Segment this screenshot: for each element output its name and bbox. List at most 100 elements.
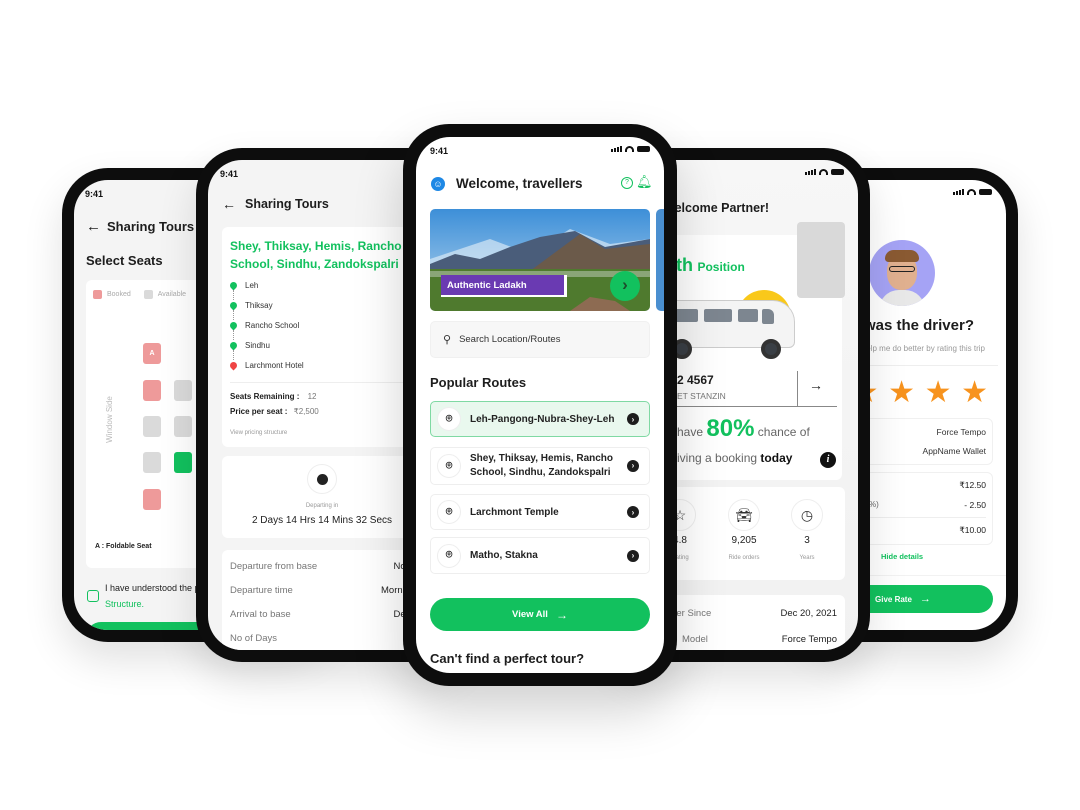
detail-label: No of Days [230, 633, 277, 644]
legend-available-swatch [143, 290, 153, 299]
route-item[interactable]: ⌾ Larchmont Temple › [430, 494, 650, 530]
map-pin-icon [228, 340, 239, 351]
seats-remaining-label: Seats Remaining : [230, 392, 300, 401]
map-pin-icon [228, 320, 239, 331]
banner-carousel[interactable]: Authentic Ladakh › [430, 209, 650, 311]
route-item[interactable]: ⌾ Matho, Stakna › [430, 537, 650, 574]
arrow-right-icon: → [555, 607, 568, 622]
seat-selected[interactable] [174, 452, 192, 473]
back-arrow-icon[interactable]: ← [86, 218, 101, 235]
seat-available[interactable] [174, 380, 192, 401]
route-item[interactable]: ⌾ Shey, Thiksay, Hemis, Rancho School, Si… [430, 447, 650, 485]
route-stop: Thiksay [228, 300, 273, 311]
location-pin-icon: ⌾ [437, 454, 461, 478]
driver-avatar [869, 240, 935, 306]
detail-label: Arrival to base [230, 609, 291, 620]
status-time: 9:41 [85, 189, 104, 199]
stat-years-value: 3 [804, 535, 810, 546]
seat-available[interactable] [174, 416, 192, 437]
position-label: Position [697, 260, 745, 274]
rating-subtitle: Help me do better by rating this trip [860, 344, 985, 353]
route-title: Shey, Thiksay, Hemis, Rancho School, Sin… [230, 239, 402, 271]
stop-name: Leh [245, 281, 259, 290]
detail-label: Departure from base [230, 561, 318, 572]
route-stop: Leh [228, 280, 259, 291]
status-icons [953, 189, 992, 195]
pricing-structure-link[interactable]: Structure. [105, 599, 144, 609]
route-name: Matho, Stakna [470, 550, 538, 561]
route-name: Leh-Pangong-Nubra-Shey-Leh [470, 413, 615, 425]
chance-emphasis: today [760, 451, 793, 465]
clock-icon [307, 464, 337, 494]
map-pin-icon [228, 360, 239, 371]
payment-value: AppName Wallet [922, 446, 986, 456]
star-icon[interactable]: ★ [888, 378, 915, 408]
route-item[interactable]: ⌾ Leh-Pangong-Nubra-Shey-Leh › [430, 401, 650, 437]
next-banner-peek [656, 209, 664, 311]
phone-home: 9:41 ☺ Welcome, travellers ? 🔔︎ Authenti… [403, 124, 677, 686]
seat-available[interactable] [143, 416, 161, 437]
section-title: Select Seats [86, 253, 163, 268]
map-pin-icon [228, 280, 239, 291]
view-all-button[interactable]: View All → [430, 598, 650, 631]
window-side-label: Window Side [104, 396, 114, 443]
map-pin-icon [228, 300, 239, 311]
chance-prefix: have [677, 425, 704, 439]
status-time: 9:41 [220, 169, 239, 179]
info-icon[interactable]: i [820, 452, 836, 468]
chance-line2: iving a booking [677, 451, 758, 465]
vehicle-number: 2 4567 [677, 373, 714, 387]
foldable-seat-note: A : Foldable Seat [95, 543, 152, 550]
model-label: Model [682, 634, 708, 645]
seat-booked[interactable] [143, 380, 161, 401]
member-since-value: Dec 20, 2021 [780, 608, 837, 619]
chevron-right-icon: › [627, 413, 639, 425]
chevron-right-icon: › [627, 460, 639, 472]
smiley-icon: ☺ [431, 177, 445, 191]
stop-name: Rancho School [245, 321, 300, 330]
price-value: ₹2,500 [293, 407, 319, 416]
view-pricing-link[interactable]: View pricing structure [230, 430, 287, 436]
stop-name: Larchmont Hotel [245, 361, 304, 370]
banner-next-button[interactable]: › [610, 271, 640, 301]
chance-value: 80% [706, 415, 755, 442]
status-icons [611, 146, 650, 152]
route-name: Shey, Thiksay, Hemis, Rancho School, Sin… [470, 453, 614, 478]
back-arrow-icon[interactable]: ← [222, 196, 236, 212]
route-stop: Larchmont Hotel [228, 360, 304, 371]
hide-details-link[interactable]: Hide details [881, 552, 923, 561]
seat-foldable[interactable]: A [143, 343, 161, 364]
star-icon[interactable]: ★ [961, 378, 988, 408]
status-time: 9:41 [430, 146, 449, 156]
bell-icon[interactable]: 🔔︎ [636, 174, 653, 190]
chance-suffix: chance of [757, 425, 810, 439]
arrow-right-icon: → [919, 593, 931, 605]
help-icon[interactable]: ? [621, 177, 633, 189]
seat-available[interactable] [143, 452, 161, 473]
seat-booked[interactable] [143, 489, 161, 510]
stop-name: Thiksay [245, 301, 273, 310]
next-card-peek [797, 222, 845, 298]
arrow-right-icon[interactable]: → [809, 377, 823, 393]
discount-label: %) [869, 500, 879, 509]
stat-years-label: Years [799, 555, 815, 561]
agreement-checkbox[interactable] [87, 590, 99, 602]
fare-total: ₹12.50 [959, 480, 986, 490]
fare-payable: ₹10.00 [959, 525, 986, 535]
location-pin-icon: ⌾ [437, 500, 461, 524]
search-icon: ⚲ [443, 334, 452, 346]
price-label: Price per seat : [230, 407, 288, 416]
search-placeholder: Search Location/Routes [459, 334, 561, 345]
popular-routes-heading: Popular Routes [430, 375, 527, 390]
star-icon[interactable]: ★ [925, 378, 952, 408]
cant-find-heading: Can't find a perfect tour? [430, 651, 585, 666]
search-input[interactable]: ⚲ Search Location/Routes [430, 321, 650, 358]
screen-title: Sharing Tours [107, 219, 195, 234]
route-stop: Sindhu [228, 340, 270, 351]
view-all-label: View All [512, 609, 548, 620]
vehicle-value: Force Tempo [936, 427, 986, 437]
route-stop: Rancho School [228, 320, 300, 331]
legend-available: Available [157, 291, 187, 298]
model-value: Force Tempo [781, 634, 837, 645]
partner-greeting: Welcome Partner! [663, 201, 770, 215]
